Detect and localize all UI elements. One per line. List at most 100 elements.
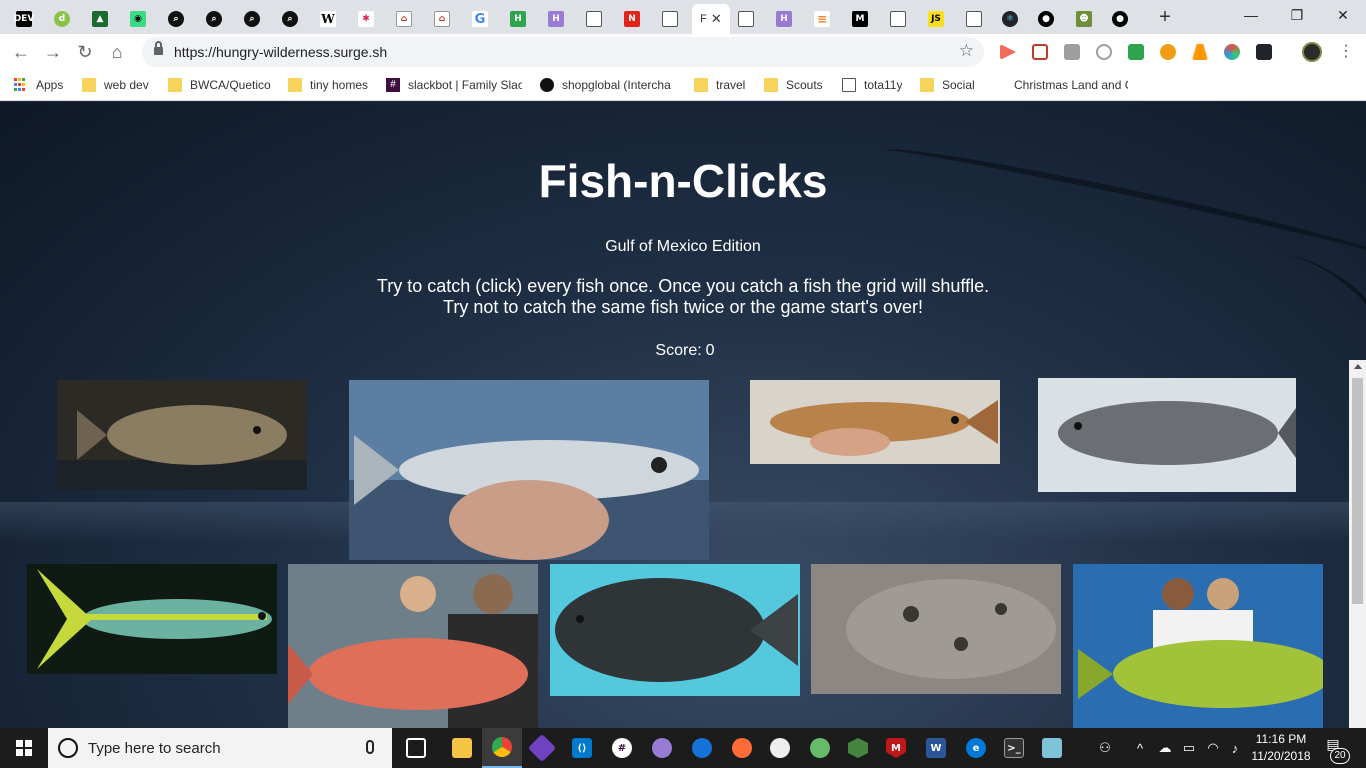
new-tab-button[interactable]: + [1152,4,1178,30]
forward-icon[interactable]: → [40,39,66,65]
tab-js[interactable]: JS [918,4,954,34]
extension-react-devtools-icon[interactable] [1256,44,1272,60]
tab-dev[interactable]: DEV [6,4,42,34]
microphone-icon[interactable] [366,740,374,754]
tab-stackoverflow[interactable]: ≡ [804,4,840,34]
tab-search3[interactable]: ⌕ [234,4,270,34]
bookmark-travel[interactable]: travel [694,76,745,94]
bookmark-web-dev[interactable]: web dev [82,76,149,94]
fish-card-red-snapper[interactable] [288,564,538,728]
tab-page1[interactable] [576,4,612,34]
address-bar[interactable]: https://hungry-wilderness.surge.sh ☆ [142,37,984,67]
extension-gray-icon[interactable] [1064,44,1080,60]
tab-doc1[interactable]: ⌂ [386,4,422,34]
tab-github1[interactable]: ● [1028,4,1064,34]
taskbar-node[interactable] [838,728,878,768]
bookmark-star-icon[interactable]: ☆ [959,41,974,61]
tab-heroku1[interactable]: H [538,4,574,34]
volume-icon[interactable]: ♪ [1224,728,1246,768]
extension-play-icon[interactable] [1000,44,1016,60]
bookmark-bwca-quetico[interactable]: BWCA/Quetico [168,76,271,94]
tab-doc2[interactable]: ⌂ [424,4,460,34]
back-icon[interactable]: ← [8,39,34,65]
extension-pocket-icon[interactable] [1032,44,1048,60]
taskbar-clock[interactable]: 11:16 PM 11/20/2018 [1248,731,1314,765]
tab-heroku2[interactable]: H [766,4,802,34]
extension-circle-icon[interactable] [1096,44,1112,60]
tab-google[interactable]: G [462,4,498,34]
task-view-button[interactable] [396,728,436,768]
tab-search4[interactable]: ⌕ [272,4,308,34]
taskbar-gitkraken[interactable] [522,728,562,768]
tab-search1[interactable]: ⌕ [158,4,194,34]
reload-icon[interactable]: ↻ [72,39,98,65]
extension-color-icon[interactable] [1224,44,1240,60]
bookmark-tota11y[interactable]: tota11y [842,76,902,94]
tab-medium[interactable]: M [842,4,878,34]
taskbar-vscode[interactable]: ⟨⟩ [562,728,602,768]
taskbar-mcafee[interactable]: M [876,728,916,768]
taskbar-terminal[interactable]: >_ [994,728,1034,768]
taskbar-postman[interactable] [722,728,762,768]
tab-fish-n-clicks[interactable]: F ✕ [692,4,730,34]
tab-react[interactable]: ⚛ [992,4,1028,34]
tab-search2[interactable]: ⌕ [196,4,232,34]
tab-page5[interactable] [956,4,992,34]
wifi-icon[interactable]: ◠ [1202,728,1224,768]
tab-avatar[interactable]: ☻ [1066,4,1102,34]
people-icon[interactable]: ⚇ [1094,728,1116,768]
tab-h-green[interactable]: H [500,4,536,34]
minimize-button[interactable]: — [1228,0,1274,30]
extension-cors-icon[interactable] [1128,44,1144,60]
bookmark-shopglobal[interactable]: shopglobal (Intercha [540,76,676,94]
tab-close-icon[interactable]: ✕ [711,11,722,27]
scroll-thumb[interactable] [1352,378,1363,604]
chrome-menu-icon[interactable]: ⋮ [1336,42,1356,62]
taskbar-app[interactable] [1032,728,1072,768]
fish-card-grouper[interactable] [57,380,307,490]
fish-card-spanish-mackerel[interactable] [349,380,709,560]
profile-avatar[interactable] [1302,42,1322,62]
bookmark-scouts[interactable]: Scouts [764,76,823,94]
taskbar-atom[interactable] [800,728,840,768]
taskbar-github-desktop[interactable] [642,728,682,768]
tab-wikipedia[interactable]: W [310,4,346,34]
onedrive-icon[interactable]: ☁ [1154,728,1176,768]
extension-orange-icon[interactable] [1160,44,1176,60]
tab-slack[interactable]: ✱ [348,4,384,34]
tab-d[interactable]: d [44,4,80,34]
tab-page4[interactable] [880,4,916,34]
scroll-up-icon[interactable] [1354,364,1362,369]
fish-card-yellowtail-snapper[interactable] [27,564,277,674]
fish-card-gag-grouper[interactable] [1038,378,1296,492]
fish-card-southern-flounder[interactable] [550,564,800,696]
tab-page3[interactable] [728,4,764,34]
extension-carrot-icon[interactable] [1192,44,1208,60]
tray-chevron-icon[interactable]: ^ [1130,728,1150,768]
start-button[interactable] [0,728,48,768]
taskbar-slack[interactable]: # [602,728,642,768]
tab-page2[interactable] [652,4,688,34]
taskbar-search-box[interactable]: Type here to search [48,728,392,768]
taskbar-chrome[interactable] [482,728,522,768]
taskbar-word[interactable]: W [916,728,956,768]
fish-card-mahi-mahi[interactable] [1073,564,1323,728]
tab-terminal[interactable]: ▲ [82,4,118,34]
home-icon[interactable]: ⌂ [104,39,130,65]
fish-card-gulf-flounder[interactable] [811,564,1061,694]
tab-github2[interactable]: ● [1102,4,1138,34]
bookmark-christmas-land[interactable]: Christmas Land and C [1014,76,1128,94]
restore-button[interactable]: ❐ [1274,0,1320,30]
url-text[interactable]: https://hungry-wilderness.surge.sh [174,44,387,60]
tab-n[interactable]: N [614,4,650,34]
bookmark-slackbot[interactable]: # slackbot | Family Slac [386,76,522,94]
taskbar-file-explorer[interactable] [442,728,482,768]
tab-android[interactable]: ◉ [120,4,156,34]
bookmark-apps[interactable]: Apps [14,76,63,94]
taskbar-mongodb[interactable] [760,728,800,768]
fish-card-redfish[interactable] [750,380,1000,464]
battery-icon[interactable]: ▭ [1178,728,1200,768]
bookmark-tiny-homes[interactable]: tiny homes [288,76,368,94]
close-window-button[interactable]: ✕ [1320,0,1366,30]
bookmark-social[interactable]: Social [920,76,975,94]
